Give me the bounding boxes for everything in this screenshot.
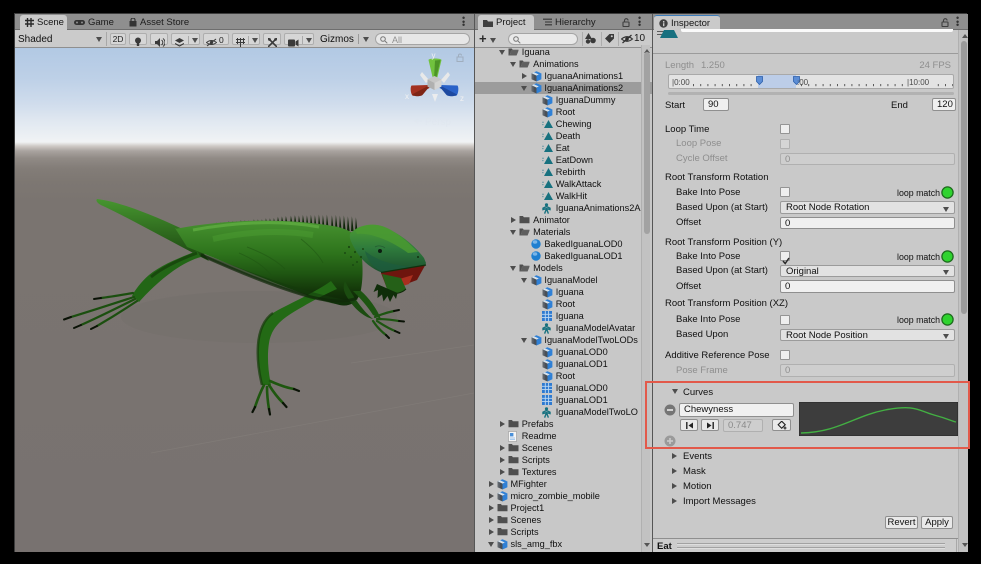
svg-text:z: z [460, 94, 464, 103]
svg-text:Persp: Persp [425, 117, 452, 128]
svg-text:y: y [432, 51, 436, 60]
svg-text:x: x [405, 92, 409, 101]
